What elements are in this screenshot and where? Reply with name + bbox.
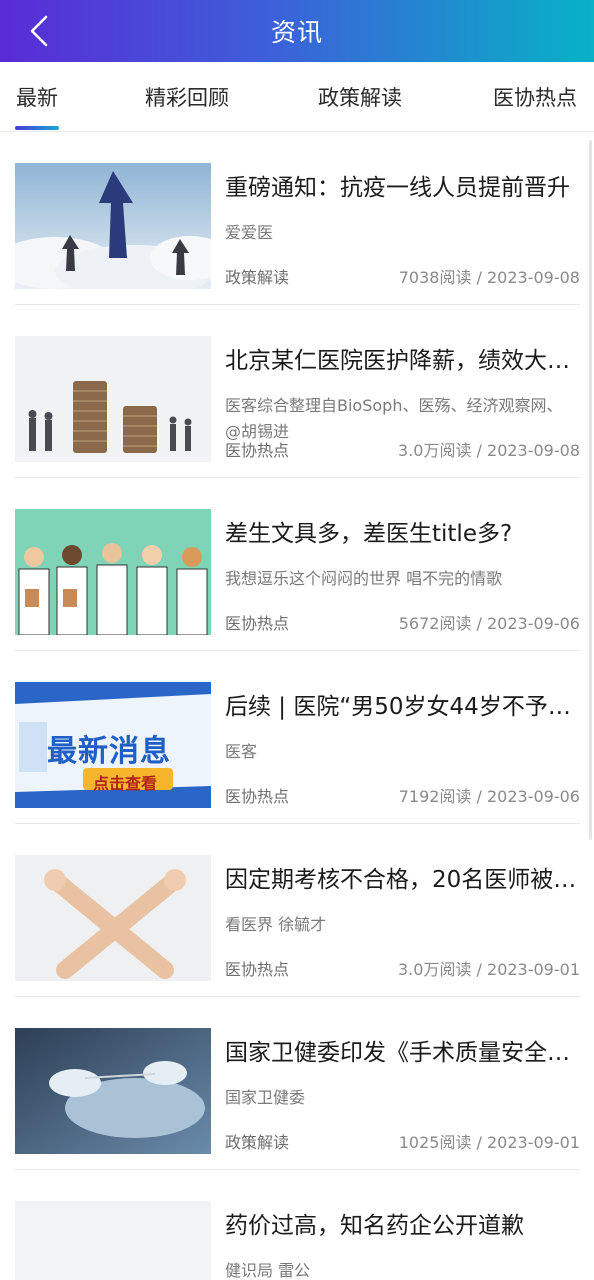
article-title: 后续 | 医院“男50岁女44岁不予聘用” bbox=[225, 694, 580, 720]
article-title: 国家卫健委印发《手术质量安全提升行动方案》 bbox=[225, 1040, 580, 1066]
article-thumbnail bbox=[15, 509, 211, 635]
article-meta: 3.0万阅读 / 2023-09-08 bbox=[398, 441, 580, 460]
article-title: 北京某仁医院医护降薪，绩效大调整 bbox=[225, 348, 580, 374]
article-meta: 1025阅读 / 2023-09-01 bbox=[398, 1133, 580, 1152]
article-category: 医协热点 bbox=[225, 614, 290, 633]
article-category: 医协热点 bbox=[225, 960, 290, 979]
article-title: 差生文具多，差医生title多? bbox=[225, 521, 513, 547]
thumbnail-cta: 点击查看 bbox=[93, 774, 158, 793]
article-source: 我想逗乐这个闷闷的世界 唱不完的情歌 bbox=[225, 569, 503, 588]
article-thumbnail: 最新消息 点击查看 bbox=[15, 682, 211, 808]
article-thumbnail bbox=[15, 1028, 211, 1154]
image-placeholder-icon bbox=[15, 1201, 211, 1280]
article-thumbnail bbox=[15, 1201, 211, 1280]
article-meta: 5672阅读 / 2023-09-06 bbox=[398, 614, 580, 633]
thumbnail-headline: 最新消息 bbox=[47, 734, 171, 769]
list-item[interactable]: 国家卫健委印发《手术质量安全提升行动方案》 国家卫健委 政策解读 1025阅读 … bbox=[15, 997, 580, 1170]
article-title: 重磅通知：抗疫一线人员提前晋升 bbox=[225, 175, 570, 201]
chevron-left-icon bbox=[30, 15, 48, 47]
active-tab-indicator bbox=[15, 126, 59, 130]
tab-highlights[interactable]: 精彩回顾 bbox=[145, 82, 229, 112]
tab-hotspots[interactable]: 医协热点 bbox=[493, 82, 577, 112]
list-item[interactable]: 最新消息 点击查看 后续 | 医院“男50岁女44岁不予聘用” 医客 医协热点 … bbox=[15, 651, 580, 824]
article-source: 国家卫健委 bbox=[225, 1088, 306, 1107]
tab-policy[interactable]: 政策解读 bbox=[318, 82, 402, 112]
article-source: 健识局 雷公 bbox=[225, 1261, 311, 1280]
article-title: 因定期考核不合格，20名医师被暂停执业 bbox=[225, 867, 580, 893]
article-category: 医协热点 bbox=[225, 441, 290, 460]
list-item[interactable]: 重磅通知：抗疫一线人员提前晋升 爱爱医 政策解读 7038阅读 / 2023-0… bbox=[15, 132, 580, 305]
article-category: 医协热点 bbox=[225, 787, 290, 806]
article-thumbnail bbox=[15, 855, 211, 981]
list-item[interactable]: 北京某仁医院医护降薪，绩效大调整 医客综合整理自BioSoph、医殇、经济观察网… bbox=[15, 305, 580, 478]
scrollbar[interactable] bbox=[589, 140, 592, 840]
list-item[interactable]: 差生文具多，差医生title多? 我想逗乐这个闷闷的世界 唱不完的情歌 医协热点… bbox=[15, 478, 580, 651]
back-button[interactable] bbox=[14, 6, 64, 56]
list-item[interactable]: 因定期考核不合格，20名医师被暂停执业 看医界 徐毓才 医协热点 3.0万阅读 … bbox=[15, 824, 580, 997]
app-header: 资讯 bbox=[0, 0, 594, 62]
article-meta: 3.0万阅读 / 2023-09-01 bbox=[398, 960, 580, 979]
list-item[interactable]: 药价过高，知名药企公开道歉 健识局 雷公 bbox=[15, 1170, 580, 1280]
article-title: 药价过高，知名药企公开道歉 bbox=[225, 1213, 524, 1239]
page-title: 资讯 bbox=[270, 18, 323, 47]
category-tabs: 最新 精彩回顾 政策解读 医协热点 bbox=[0, 62, 594, 132]
article-source: 看医界 徐毓才 bbox=[225, 915, 327, 934]
article-source: 爱爱医 bbox=[225, 223, 274, 242]
article-meta: 7192阅读 / 2023-09-06 bbox=[398, 787, 580, 806]
article-category: 政策解读 bbox=[225, 1133, 290, 1152]
article-category: 政策解读 bbox=[225, 268, 290, 287]
article-thumbnail bbox=[15, 163, 211, 289]
article-source: 医客 bbox=[225, 742, 258, 761]
article-meta: 7038阅读 / 2023-09-08 bbox=[398, 268, 580, 287]
article-thumbnail bbox=[15, 336, 211, 462]
tab-latest[interactable]: 最新 bbox=[16, 82, 58, 112]
